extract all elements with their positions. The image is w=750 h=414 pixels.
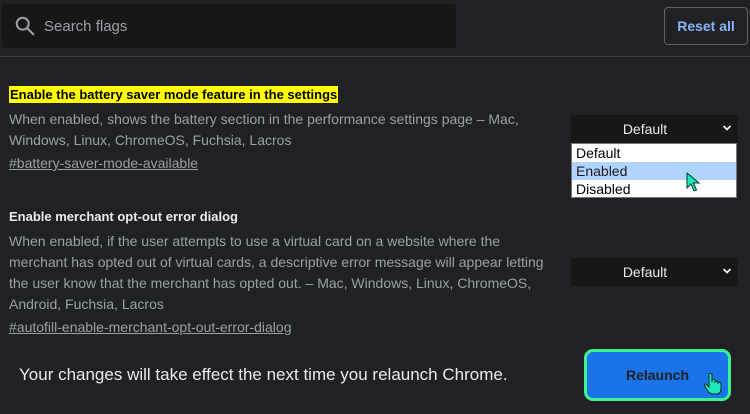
cursor-arrow-icon: [686, 172, 700, 192]
search-icon: [15, 16, 35, 36]
relaunch-message: Your changes will take effect the next t…: [19, 365, 508, 384]
chevron-down-icon: [722, 125, 732, 131]
flag-select[interactable]: Default: [571, 258, 738, 286]
chevron-down-icon: [722, 268, 732, 274]
flag-link[interactable]: #autofill-enable-merchant-opt-out-error-…: [9, 319, 291, 335]
search-input[interactable]: Search flags: [44, 18, 127, 35]
flag-description: When enabled, shows the battery section …: [9, 111, 519, 148]
search-box[interactable]: Search flags: [2, 4, 456, 48]
select-value: Default: [622, 121, 668, 137]
top-bar: Search flags Reset all: [0, 0, 750, 57]
reset-all-button[interactable]: Reset all: [664, 7, 748, 45]
option-enabled[interactable]: Enabled: [572, 162, 736, 180]
option-disabled[interactable]: Disabled: [572, 180, 736, 198]
flag-link[interactable]: #battery-saver-mode-available: [9, 155, 198, 171]
flag-description: When enabled, if the user attempts to us…: [9, 233, 544, 312]
flag-select[interactable]: Default: [571, 115, 738, 143]
select-dropdown[interactable]: Default Enabled Disabled: [571, 143, 737, 198]
option-default[interactable]: Default: [572, 144, 736, 162]
hand-pointer-icon: [703, 372, 722, 395]
flag-title: Enable the battery saver mode feature in…: [9, 86, 339, 103]
select-value: Default: [622, 264, 668, 280]
flag-title: Enable merchant opt-out error dialog: [9, 209, 238, 224]
